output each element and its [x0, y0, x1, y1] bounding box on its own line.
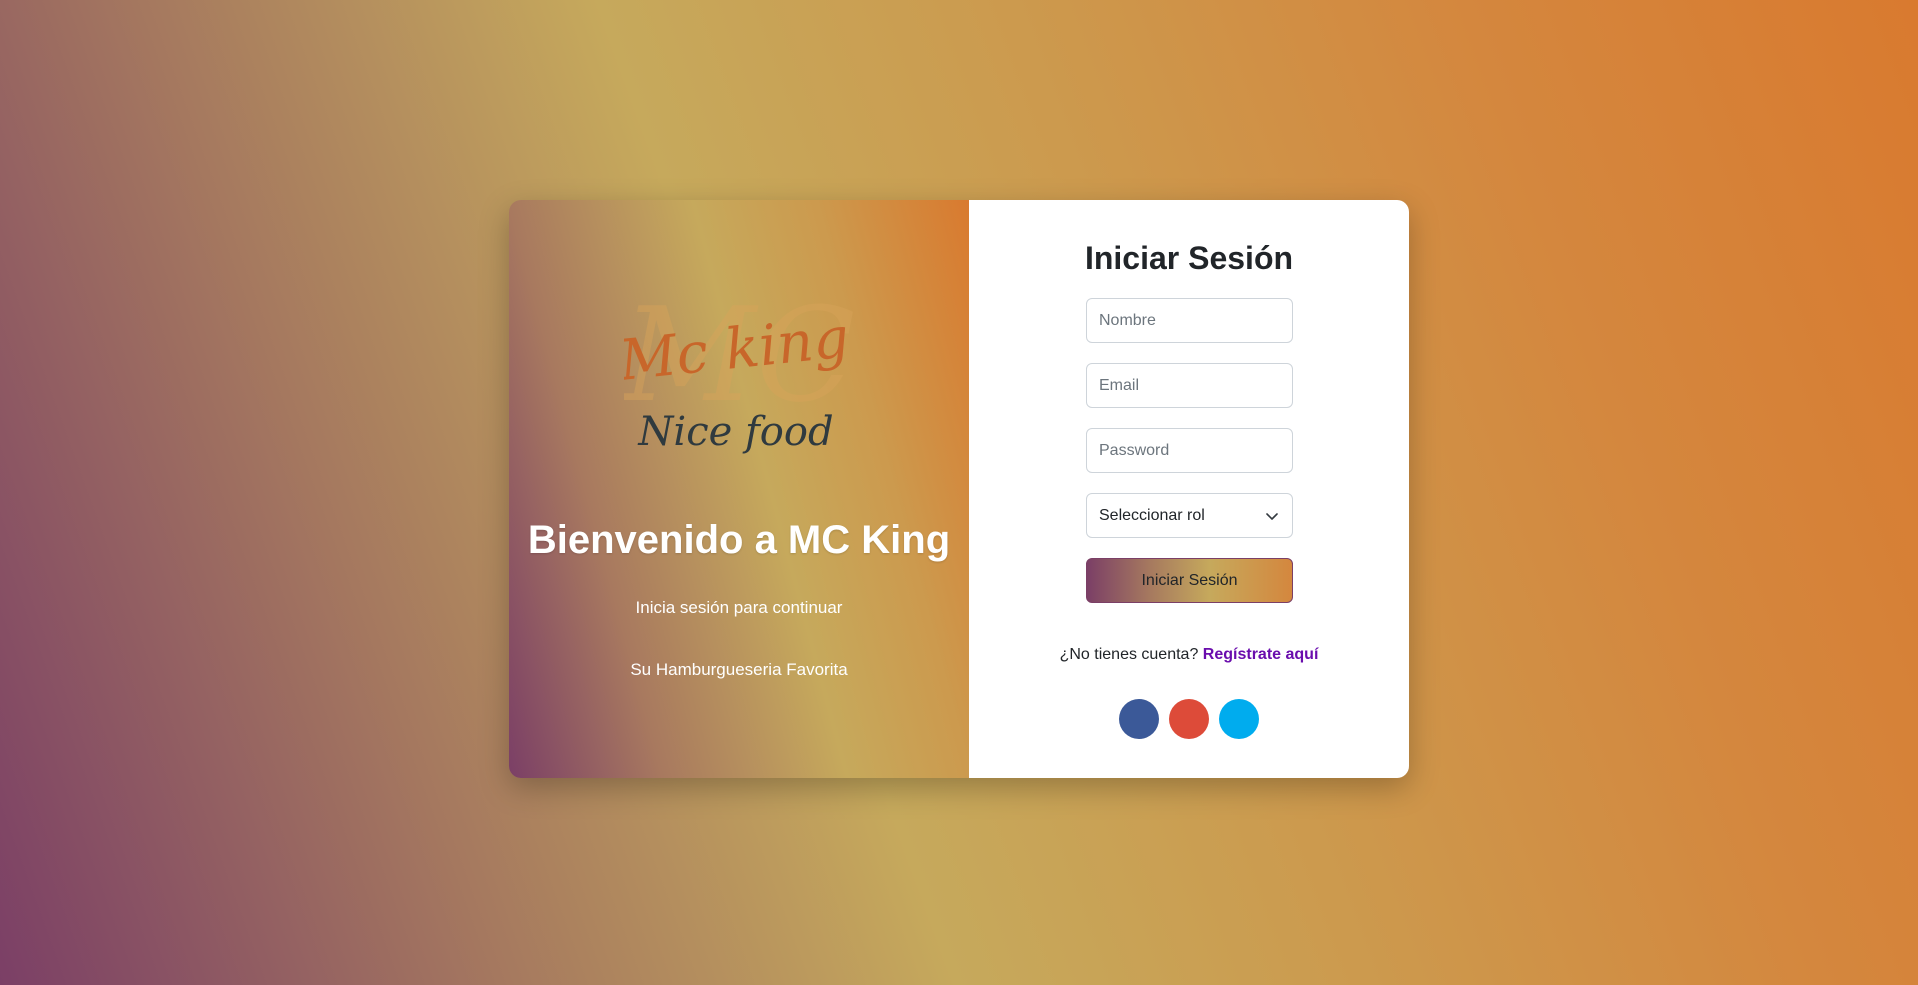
social-login-buttons — [969, 699, 1409, 739]
email-input[interactable] — [1086, 363, 1293, 408]
facebook-icon[interactable] — [1119, 699, 1159, 739]
nombre-input[interactable] — [1086, 298, 1293, 343]
welcome-subtitle: Inicia sesión para continuar — [635, 598, 843, 617]
welcome-tagline: Su Hamburgueseria Favorita — [630, 660, 848, 679]
welcome-title: Bienvenido a MC King — [527, 518, 951, 562]
mc-king-logo: MC Mc king Nice food — [624, 279, 854, 455]
register-link[interactable]: Regístrate aquí — [1203, 646, 1319, 663]
form-title: Iniciar Sesión — [1084, 240, 1294, 276]
role-select-value: Seleccionar rol — [1099, 506, 1205, 524]
register-prompt: ¿No tienes cuenta? Regístrate aquí — [969, 646, 1409, 664]
login-button[interactable]: Iniciar Sesión — [1086, 558, 1293, 603]
role-select[interactable]: Seleccionar rol — [1086, 493, 1293, 538]
password-input[interactable] — [1086, 428, 1293, 473]
login-form-panel: Iniciar Sesión Seleccionar rol Iniciar S… — [969, 200, 1409, 778]
google-icon[interactable] — [1169, 699, 1209, 739]
welcome-panel: MC Mc king Nice food Bienvenido a MC Kin… — [509, 200, 969, 778]
logo-tagline: Nice food — [637, 409, 833, 455]
login-card: MC Mc king Nice food Bienvenido a MC Kin… — [509, 200, 1409, 778]
chevron-down-icon — [1266, 512, 1278, 520]
no-account-text: ¿No tienes cuenta? — [1059, 646, 1199, 663]
twitter-icon[interactable] — [1219, 699, 1259, 739]
